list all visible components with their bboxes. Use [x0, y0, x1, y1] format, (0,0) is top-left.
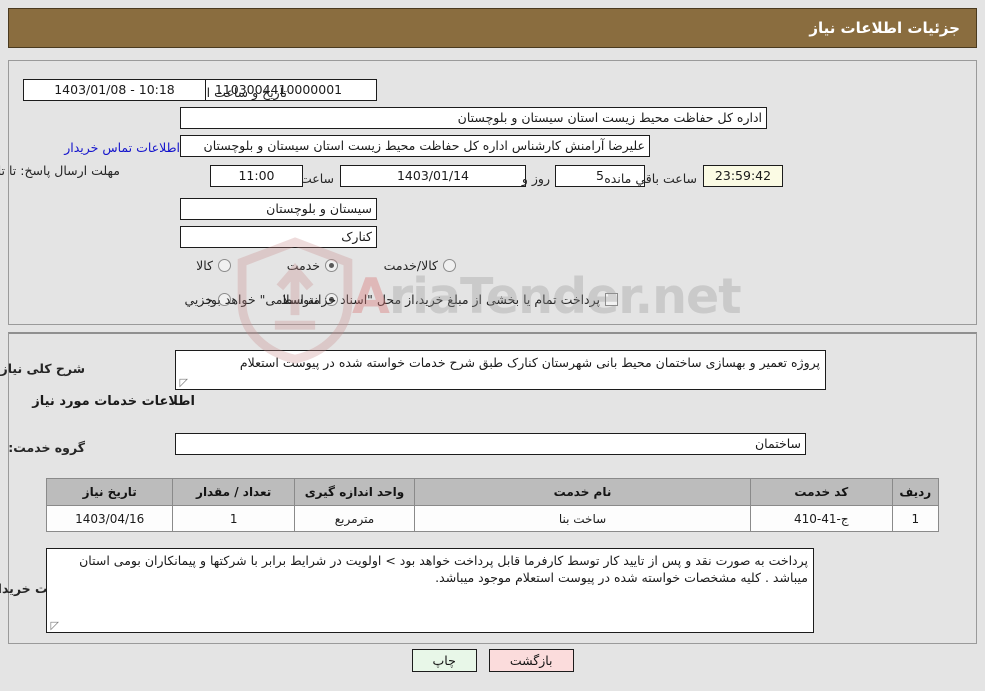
resize-grip-icon[interactable]: ◸ [178, 377, 188, 388]
th-service-name: نام خدمت [413, 478, 752, 506]
need-summary-text: پروژه تعمیر و بهسازی ساختمان محیط بانی ش… [239, 355, 820, 370]
public-announce-field[interactable]: 1403/01/08 - 10:18 [23, 79, 206, 101]
deadline-hour-label: ساعت [299, 170, 334, 186]
need-summary-textarea[interactable]: پروژه تعمیر و بهسازی ساختمان محیط بانی ش… [175, 350, 826, 390]
city-field[interactable]: کنارک [180, 226, 377, 248]
need-summary-label-row: شرح کلی نیاز: [0, 356, 85, 380]
cell-quantity: 1 [172, 505, 295, 532]
deadline-hour-label-row: ساعت [300, 166, 334, 190]
service-group-label-row: گروه خدمت: [8, 435, 85, 459]
cell-need-date: 1403/04/16 [45, 505, 174, 532]
buyer-notes-textarea[interactable]: پرداخت به صورت نقد و پس از تایید کار توس… [46, 548, 814, 633]
table-row: 1 ج-41-410 ساخت بنا مترمربع 1 1403/04/16 [45, 505, 940, 532]
category-option-kala-khedmat-label: کالا/خدمت [383, 258, 438, 273]
buyer-org-field[interactable]: اداره کل حفاظت محیط زیست استان سیستان و … [180, 107, 767, 129]
services-table: ردیف کد خدمت نام خدمت واحد اندازه گیری ت… [45, 478, 940, 532]
category-option-kala[interactable]: کالا [196, 258, 231, 273]
remaining-label: ساعت باقي مانده [604, 170, 697, 186]
province-field[interactable]: سیستان و بلوچستان [180, 198, 377, 220]
deadline-label-row: مهلت ارسال پاسخ: تا تاریخ: [0, 163, 120, 179]
cell-unit: مترمربع [293, 505, 416, 532]
deadline-date-field[interactable]: 1403/01/14 [340, 165, 526, 187]
th-unit: واحد اندازه گیری [293, 478, 416, 506]
cell-service-name: ساخت بنا [413, 505, 752, 532]
buyer-contact-link[interactable]: اطلاعات تماس خریدار [64, 140, 180, 155]
th-quantity: تعداد / مقدار [172, 478, 295, 506]
treasury-checkbox-row[interactable]: پرداخت تمام یا بخشی از مبلغ خرید،از محل … [201, 292, 618, 307]
requester-field[interactable]: علیرضا آرامنش کارشناس اداره کل حفاظت محی… [180, 135, 650, 157]
radio-kala-khedmat-icon[interactable] [443, 259, 456, 272]
page-root: AriaTender.net جزئیات اطلاعات نیاز شماره… [0, 0, 985, 691]
buyer-notes-text: پرداخت به صورت نقد و پس از تایید کار توس… [79, 553, 808, 585]
category-option-khedmat-label: خدمت [286, 258, 320, 273]
resize-grip-notes-icon[interactable]: ◸ [49, 620, 59, 631]
category-option-khedmat[interactable]: خدمت [287, 258, 338, 273]
buyer-contact-link-wrap: اطلاعات تماس خریدار [64, 137, 180, 156]
cell-radif: 1 [891, 505, 940, 532]
th-radif: ردیف [891, 478, 940, 506]
page-title: جزئیات اطلاعات نیاز [809, 19, 960, 37]
radio-khedmat-icon[interactable] [325, 259, 338, 272]
treasury-checkbox-icon[interactable] [605, 293, 618, 306]
action-button-bar: بازگشت چاپ [0, 649, 985, 672]
table-header-row: ردیف کد خدمت نام خدمت واحد اندازه گیری ت… [45, 478, 940, 506]
countdown-field: 23:59:42 [703, 165, 783, 187]
radio-kala-icon[interactable] [218, 259, 231, 272]
services-section-heading: اطلاعات خدمات مورد نیاز [32, 394, 195, 409]
days-and-label-row: روز و [522, 166, 550, 190]
cell-service-code: ج-41-410 [750, 505, 893, 532]
deadline-label: مهلت ارسال پاسخ: تا تاریخ: [0, 163, 120, 178]
th-service-code: کد خدمت [750, 478, 893, 506]
treasury-checkbox-label: پرداخت تمام یا بخشی از مبلغ خرید،از محل … [201, 292, 600, 307]
print-button[interactable]: چاپ [411, 649, 477, 672]
service-group-field[interactable]: ساختمان [175, 433, 806, 455]
th-need-date: تاریخ نیاز [45, 478, 174, 506]
window-titlebar: جزئیات اطلاعات نیاز [8, 8, 977, 48]
need-summary-label: شرح کلی نیاز: [0, 360, 85, 376]
days-and-label: روز و [521, 170, 550, 186]
category-option-kala-label: کالا [196, 258, 213, 273]
service-group-label: گروه خدمت: [8, 439, 85, 455]
back-button[interactable]: بازگشت [488, 649, 574, 672]
category-option-kala-khedmat[interactable]: کالا/خدمت [384, 258, 456, 273]
remaining-label-row: ساعت باقي مانده [604, 166, 697, 190]
deadline-hour-field[interactable]: 11:00 [210, 165, 303, 187]
